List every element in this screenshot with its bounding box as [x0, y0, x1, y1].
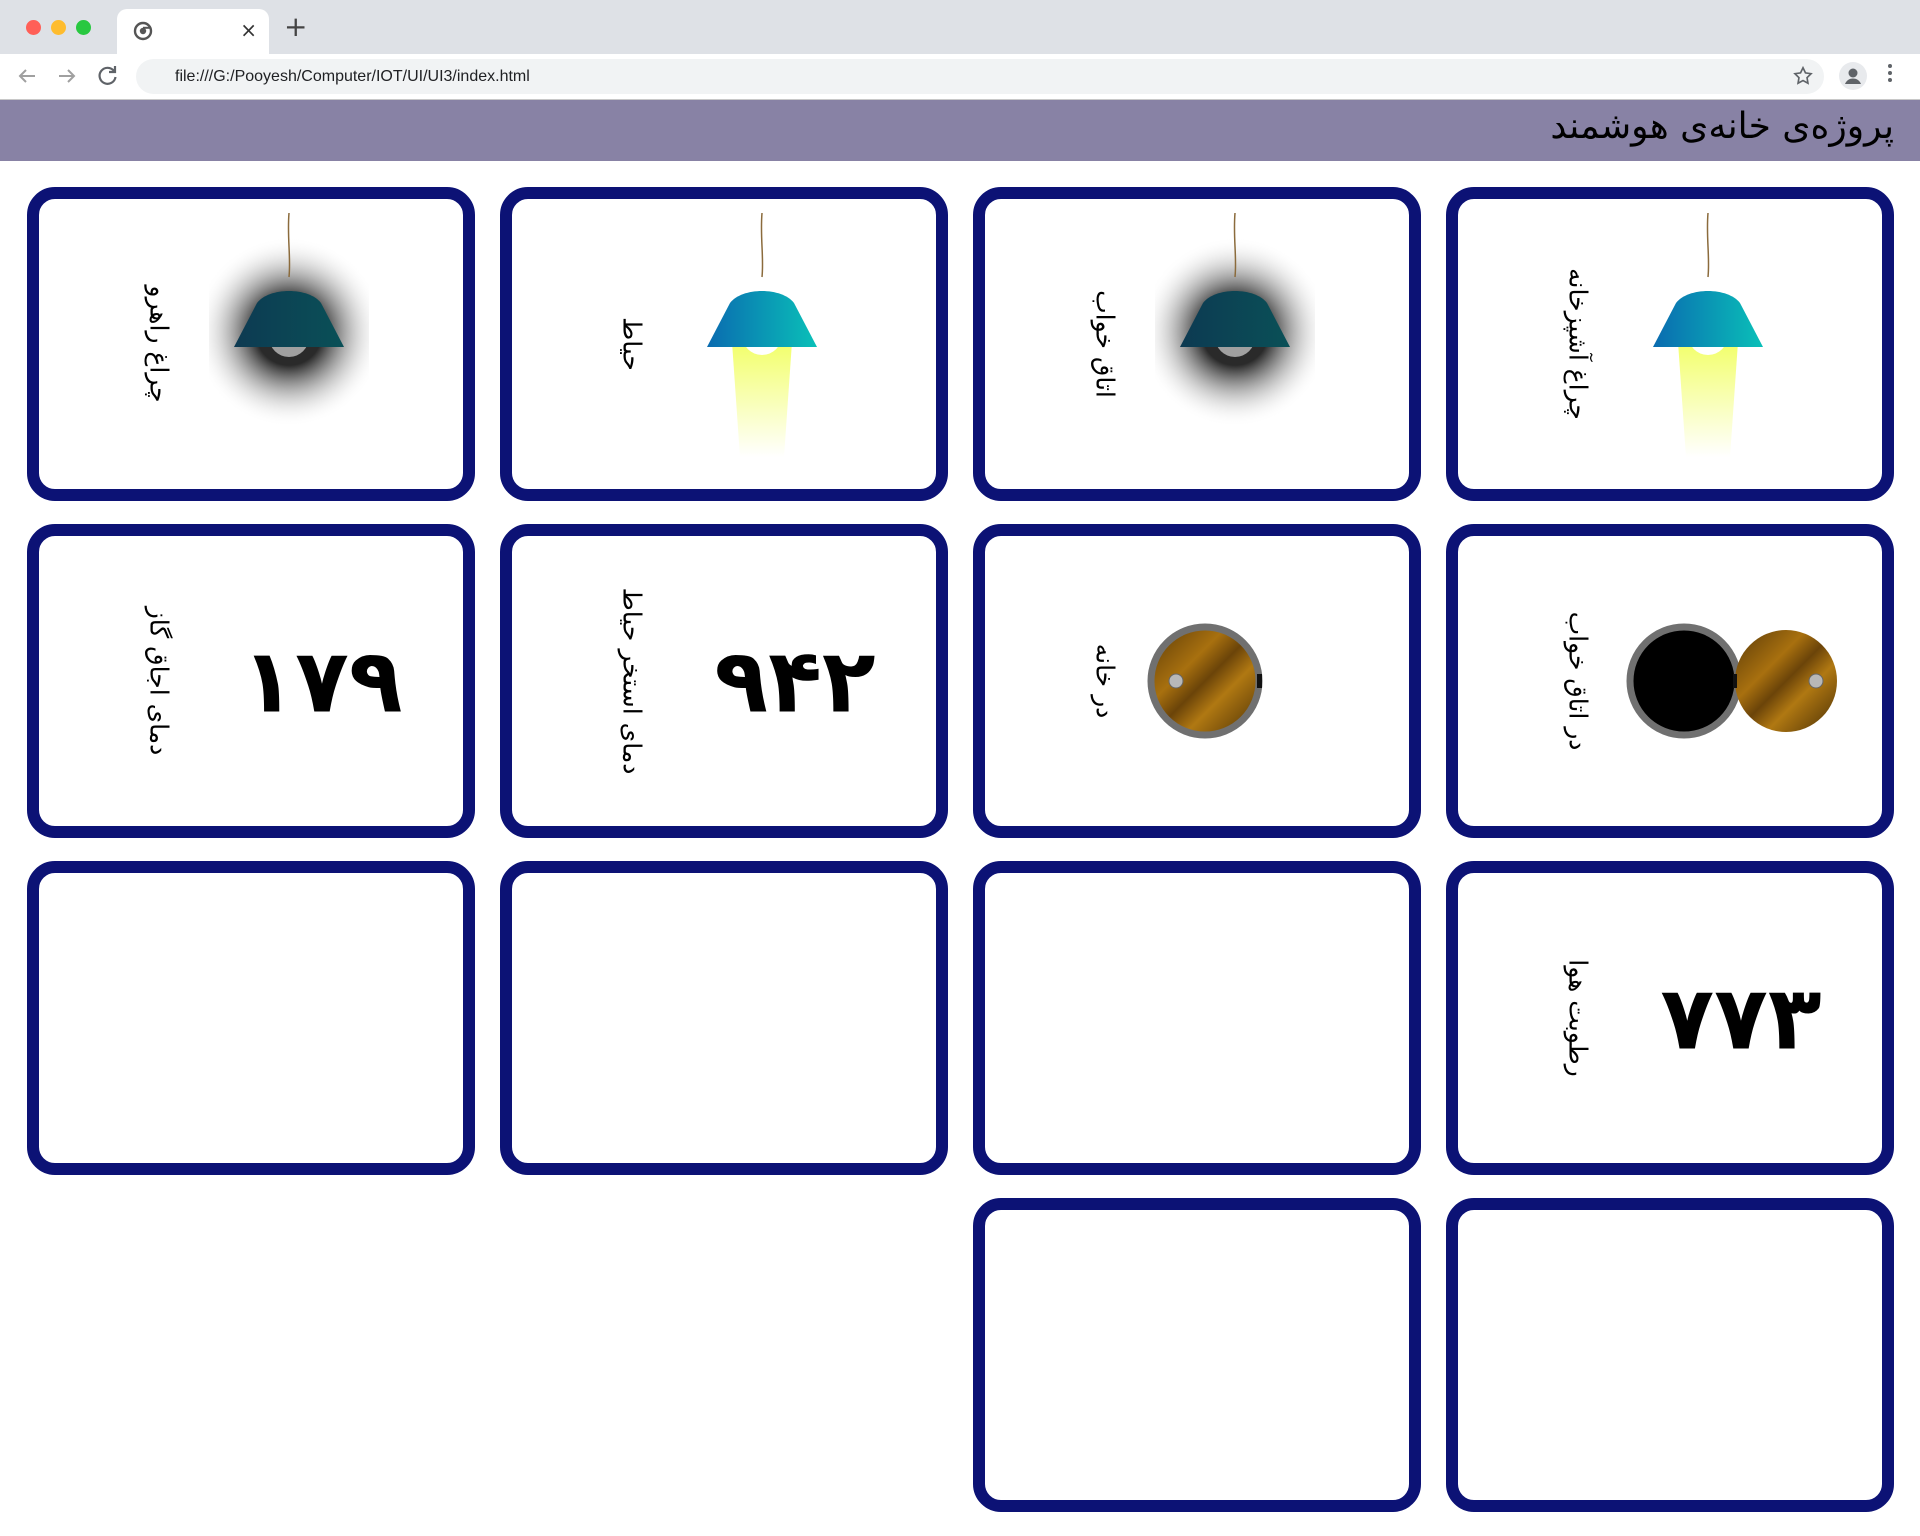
stove-temp-label: دمای اجاق گاز	[144, 606, 174, 756]
page-header: پروژه‌ی خانه‌ی هوشمند	[0, 100, 1920, 161]
browser-menu-icon[interactable]	[1886, 64, 1894, 88]
address-bar[interactable]: file:///G:/Pooyesh/Computer/IOT/UI/UI3/i…	[136, 59, 1824, 94]
lamp-on-icon[interactable]	[1628, 207, 1788, 477]
empty-card[interactable]	[973, 1198, 1421, 1512]
house-door-label: در خانه	[1090, 643, 1120, 719]
lamp-off-icon[interactable]	[209, 207, 369, 477]
page-title: پروژه‌ی خانه‌ی هوشمند	[1550, 106, 1894, 147]
empty-card[interactable]	[27, 861, 475, 1175]
kitchen-light-card[interactable]: چراغ آشپزخانه	[1446, 187, 1894, 501]
bedroom-door-card[interactable]: در اتاق خواب	[1446, 524, 1894, 838]
humidity-card[interactable]: ۷۷۳ رطوبت هوا	[1446, 861, 1894, 1175]
humidity-value: ۷۷۳	[1660, 966, 1822, 1070]
empty-card[interactable]	[1446, 1198, 1894, 1512]
bedroom-light-card[interactable]: اتاق خواب	[973, 187, 1421, 501]
browser-toolbar: file:///G:/Pooyesh/Computer/IOT/UI/UI3/i…	[0, 54, 1920, 100]
bedroom-light-label: اتاق خواب	[1090, 290, 1120, 398]
humidity-label: رطوبت هوا	[1563, 959, 1593, 1077]
house-door-card[interactable]: در خانه	[973, 524, 1421, 838]
window-close-button[interactable]	[26, 20, 41, 35]
yard-light-label: حیاط	[617, 317, 647, 371]
lamp-on-icon[interactable]	[682, 207, 842, 477]
pool-temp-label: دمای استخر حیاط	[617, 587, 647, 775]
back-arrow-icon[interactable]	[13, 62, 41, 90]
pool-temp-card[interactable]: ۹۴۲ دمای استخر حیاط	[500, 524, 948, 838]
hallway-light-card[interactable]: چراغ راهرو	[27, 187, 475, 501]
pool-temp-value: ۹۴۲	[714, 629, 876, 733]
browser-tab-bar: × +	[0, 0, 1920, 54]
empty-card[interactable]	[973, 861, 1421, 1175]
door-open-icon[interactable]	[1458, 536, 1882, 826]
chrome-favicon-icon	[133, 21, 153, 41]
window-maximize-button[interactable]	[76, 20, 91, 35]
stove-temp-value: ۱۷۹	[241, 629, 403, 733]
forward-arrow-icon[interactable]	[53, 62, 81, 90]
address-bar-url[interactable]: file:///G:/Pooyesh/Computer/IOT/UI/UI3/i…	[175, 68, 530, 86]
window-minimize-button[interactable]	[51, 20, 66, 35]
hallway-light-label: چراغ راهرو	[144, 285, 174, 403]
kitchen-light-label: چراغ آشپزخانه	[1563, 268, 1593, 420]
reload-icon[interactable]	[94, 62, 122, 90]
door-closed-icon[interactable]	[985, 536, 1409, 826]
lamp-off-icon[interactable]	[1155, 207, 1315, 477]
bookmark-star-icon[interactable]	[1792, 65, 1814, 87]
profile-icon	[1845, 68, 1861, 84]
bedroom-door-label: در اتاق خواب	[1563, 611, 1593, 751]
empty-card[interactable]	[500, 861, 948, 1175]
browser-tab[interactable]: ×	[117, 9, 269, 54]
profile-avatar[interactable]	[1839, 62, 1867, 90]
new-tab-button[interactable]: +	[284, 13, 307, 41]
yard-light-card[interactable]: حیاط	[500, 187, 948, 501]
tab-close-icon[interactable]: ×	[240, 18, 257, 42]
stove-temp-card[interactable]: ۱۷۹ دمای اجاق گاز	[27, 524, 475, 838]
